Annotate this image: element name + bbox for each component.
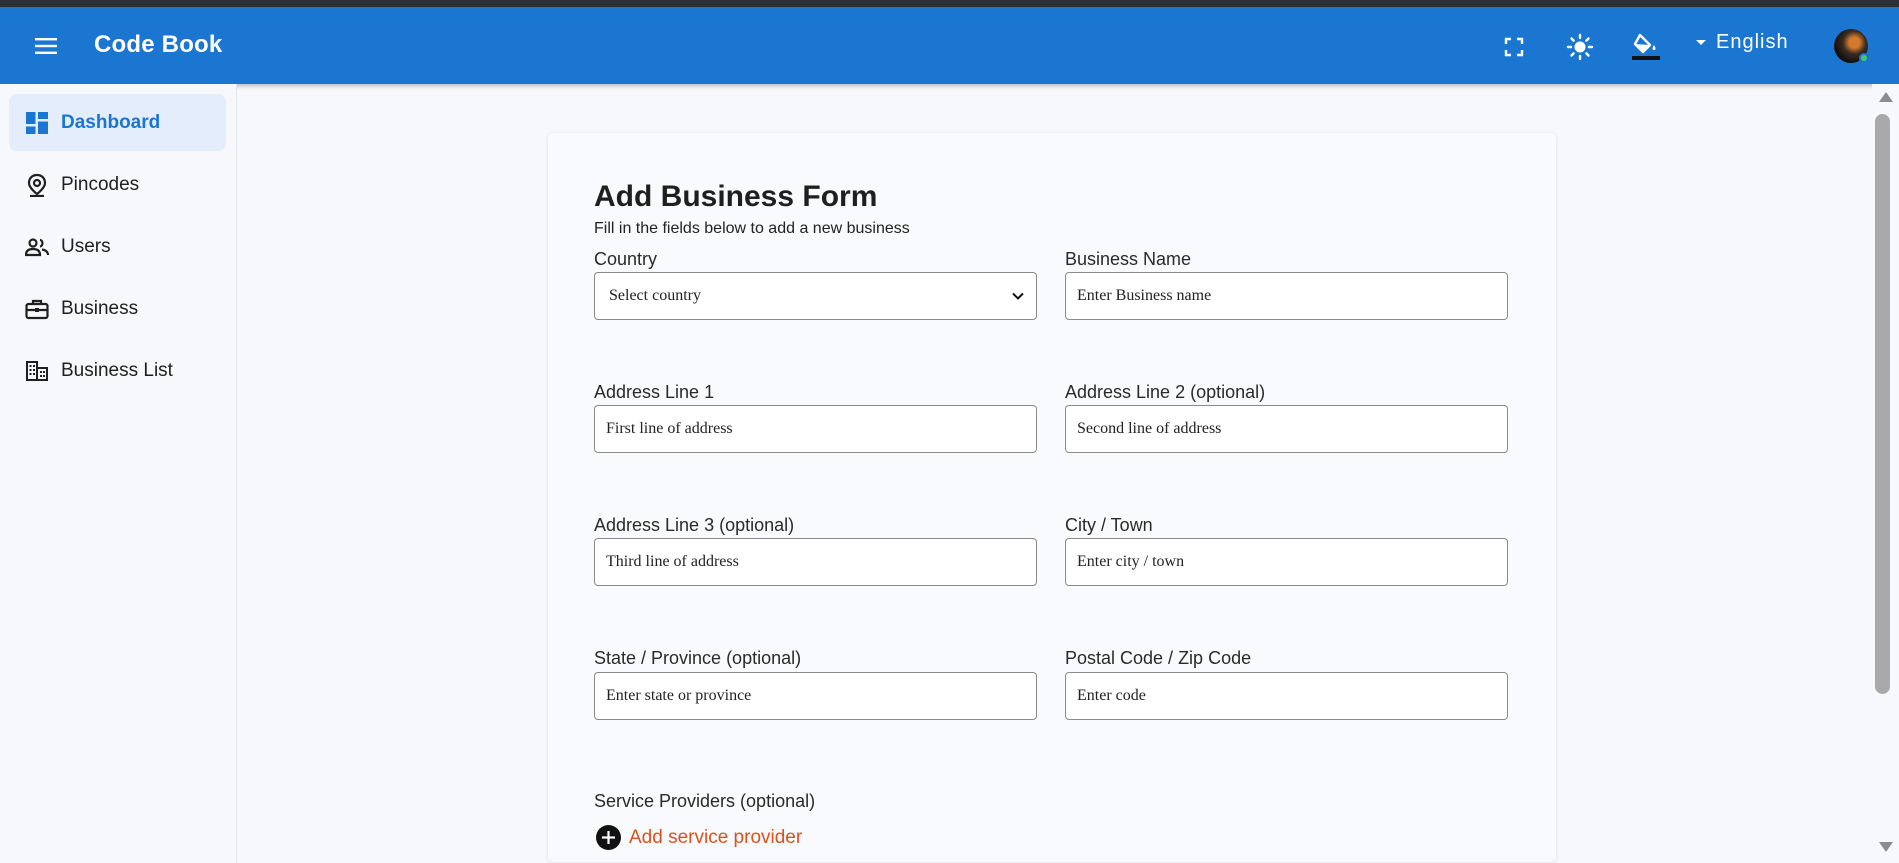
sidebar-item-pincodes[interactable]: Pincodes [9, 156, 226, 213]
sidebar: Dashboard Pincodes Users Business Busine… [0, 84, 237, 863]
state-input[interactable]: Enter state or province [594, 672, 1037, 720]
building-icon [25, 359, 49, 383]
business-name-label: Business Name [1065, 249, 1192, 269]
menu-icon[interactable] [30, 29, 64, 63]
business-name-placeholder: Enter Business name [1077, 287, 1212, 304]
add-service-provider-label: Add service provider [629, 826, 803, 848]
address-line-1-label: Address Line 1 [594, 382, 715, 402]
address-line-3-input[interactable]: Third line of address [594, 538, 1037, 586]
service-providers-label: Service Providers (optional) [594, 791, 816, 811]
sidebar-item-label: Business [61, 297, 139, 319]
city-placeholder: Enter city / town [1077, 553, 1185, 570]
paint-bucket-icon[interactable] [1630, 31, 1662, 63]
address-line-1-input[interactable]: First line of address [594, 405, 1037, 453]
sidebar-item-users[interactable]: Users [9, 218, 226, 275]
sidebar-item-label: Business List [61, 359, 173, 381]
address-line-3-placeholder: Third line of address [606, 553, 739, 570]
avatar[interactable] [1834, 29, 1869, 63]
page-scrollbar[interactable] [1872, 84, 1899, 863]
business-name-input[interactable]: Enter Business name [1065, 272, 1508, 320]
fullscreen-icon[interactable] [1498, 31, 1530, 63]
form-subtitle: Fill in the fields below to add a new bu… [594, 220, 910, 237]
sun-icon[interactable] [1564, 31, 1596, 63]
dashboard-icon [25, 111, 49, 135]
address-line-3-label: Address Line 3 (optional) [594, 515, 795, 535]
caret-down-icon [1696, 40, 1706, 45]
scroll-down-arrow-icon[interactable] [1879, 842, 1893, 852]
country-label: Country [594, 249, 658, 269]
postal-code-label: Postal Code / Zip Code [1065, 648, 1252, 668]
app-bar: Code Book English [0, 7, 1899, 84]
city-input[interactable]: Enter city / town [1065, 538, 1508, 586]
users-icon [25, 235, 49, 259]
state-placeholder: Enter state or province [606, 687, 752, 704]
scroll-thumb[interactable] [1875, 114, 1890, 694]
sidebar-item-label: Pincodes [61, 173, 140, 195]
postal-code-input[interactable]: Enter code [1065, 672, 1508, 720]
address-line-2-label: Address Line 2 (optional) [1065, 382, 1266, 402]
address-line-2-placeholder: Second line of address [1077, 420, 1222, 437]
plus-circle-icon [596, 825, 621, 850]
language-label: English [1716, 31, 1789, 53]
state-label: State / Province (optional) [594, 648, 802, 668]
sidebar-item-label: Users [61, 235, 111, 257]
online-status-dot [1859, 53, 1869, 63]
add-service-provider-button[interactable]: Add service provider [596, 825, 802, 850]
language-selector[interactable]: English [1696, 31, 1789, 54]
chevron-down-icon [1012, 292, 1024, 300]
form-title: Add Business Form [594, 180, 878, 213]
city-label: City / Town [1065, 515, 1153, 535]
window-top-strip [0, 0, 1899, 7]
scroll-up-arrow-icon[interactable] [1879, 92, 1893, 102]
location-pin-icon [25, 173, 49, 197]
sidebar-item-dashboard[interactable]: Dashboard [9, 94, 226, 151]
app-title: Code Book [94, 31, 223, 58]
sidebar-item-business[interactable]: Business [9, 280, 226, 337]
address-line-1-placeholder: First line of address [606, 420, 733, 437]
postal-code-placeholder: Enter code [1077, 687, 1146, 704]
country-select-value: Select country [609, 287, 701, 304]
sidebar-item-business-list[interactable]: Business List [9, 342, 226, 399]
address-line-2-input[interactable]: Second line of address [1065, 405, 1508, 453]
sidebar-item-label: Dashboard [61, 111, 161, 133]
form-card [547, 132, 1557, 863]
briefcase-icon [25, 297, 49, 321]
country-select[interactable]: Select country [594, 272, 1037, 320]
